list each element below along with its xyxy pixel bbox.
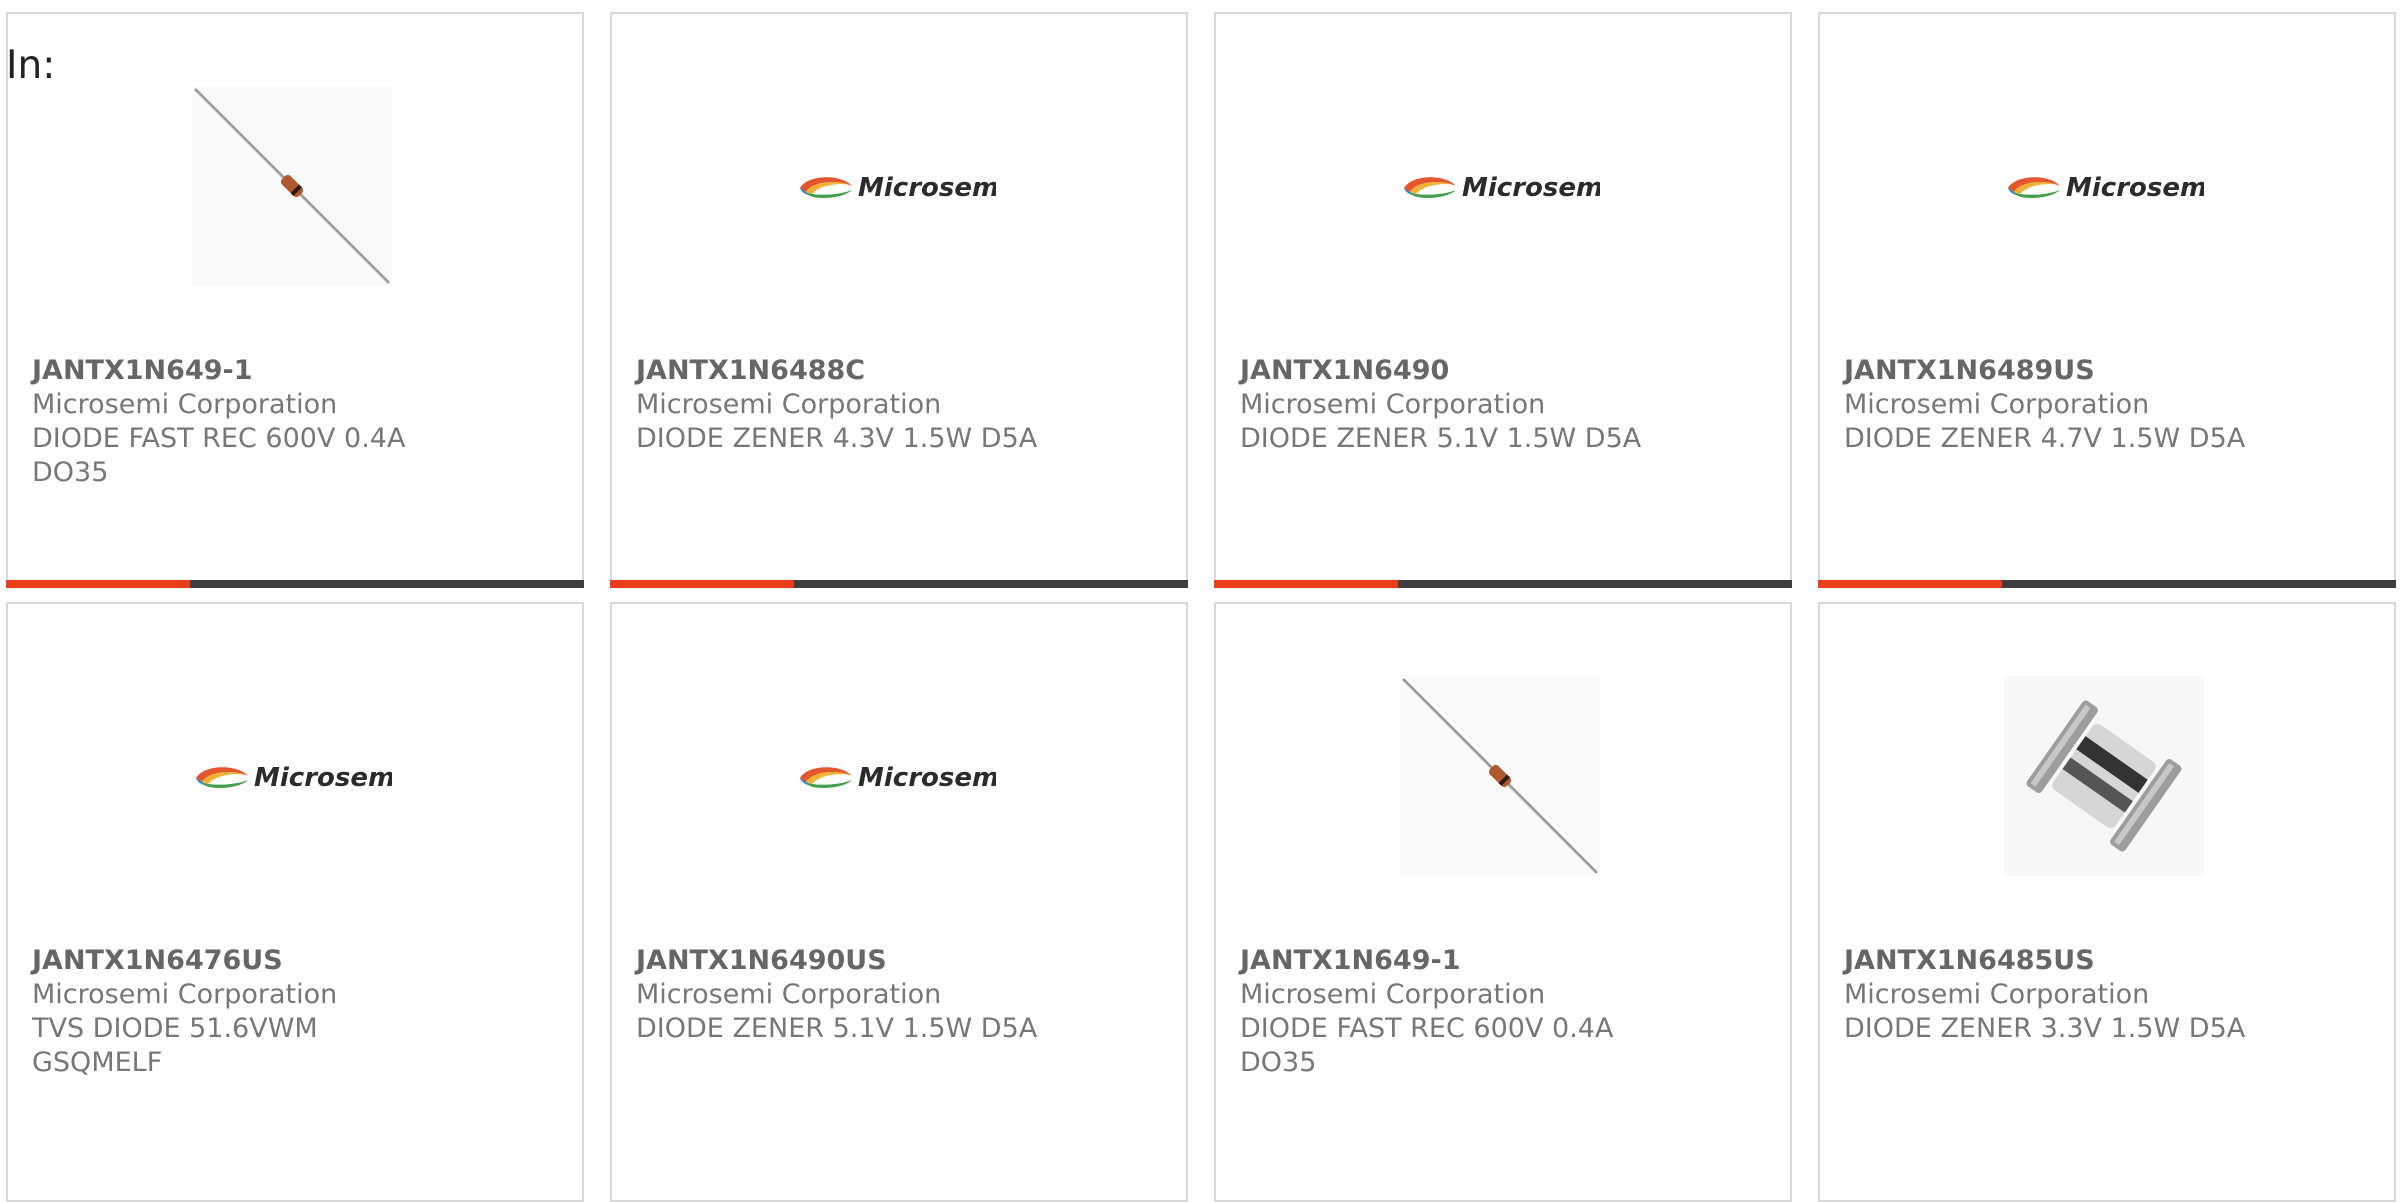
part-number[interactable]: JANTX1N6490US <box>636 944 1056 978</box>
product-card[interactable]: Microsemi JANTX1N6490 Microsemi Corporat… <box>1214 12 1792 588</box>
description-line: TVS DIODE 51.6VWM GSQMELF <box>32 1013 318 1078</box>
description-line: DIODE ZENER 4.3V 1.5W D5A <box>636 423 1038 454</box>
manufacturer: Microsemi Corporation <box>636 979 942 1010</box>
manufacturer: Microsemi Corporation <box>32 389 338 420</box>
description-line: DO35 <box>1240 1047 1317 1078</box>
part-number[interactable]: JANTX1N6489US <box>1844 354 2264 388</box>
product-card[interactable]: JANTX1N649-1 Microsemi Corporation DIODE… <box>6 12 584 588</box>
microsemi-logo-image[interactable]: Microsemi <box>1400 86 1600 286</box>
svg-text:Microsemi: Microsemi <box>2066 173 2204 203</box>
product-card[interactable]: JANTX1N6485US Microsemi Corporation DIOD… <box>1818 602 2396 1202</box>
card-bottom-bar <box>610 580 1188 588</box>
axial-diode-image[interactable] <box>192 86 392 286</box>
manufacturer: Microsemi Corporation <box>1240 389 1546 420</box>
part-number[interactable]: JANTX1N649-1 <box>32 354 452 388</box>
description-line: DIODE ZENER 3.3V 1.5W D5A <box>1844 1013 2246 1044</box>
manufacturer: Microsemi Corporation <box>1240 979 1546 1010</box>
microsemi-logo-image[interactable]: Microsemi <box>796 86 996 286</box>
microsemi-logo-image[interactable]: Microsemi <box>796 676 996 876</box>
product-card[interactable]: Microsemi JANTX1N6489US Microsemi Corpor… <box>1818 12 2396 588</box>
microsemi-logo-image[interactable]: Microsemi <box>2004 86 2204 286</box>
axial-diode-image[interactable] <box>1400 676 1600 876</box>
product-card[interactable]: Microsemi JANTX1N6476US Microsemi Corpor… <box>6 602 584 1202</box>
manufacturer: Microsemi Corporation <box>636 389 942 420</box>
card-accent-bar <box>1818 580 2002 588</box>
card-bottom-bar <box>6 580 584 588</box>
description-line: DIODE ZENER 5.1V 1.5W D5A <box>636 1013 1038 1044</box>
svg-text:Microsemi: Microsemi <box>254 763 392 793</box>
manufacturer: Microsemi Corporation <box>32 979 338 1010</box>
product-card[interactable]: Microsemi JANTX1N6490US Microsemi Corpor… <box>610 602 1188 1202</box>
product-card[interactable]: JANTX1N649-1 Microsemi Corporation DIODE… <box>1214 602 1792 1202</box>
description-line: DIODE ZENER 5.1V 1.5W D5A <box>1240 423 1642 454</box>
microsemi-logo-image[interactable]: Microsemi <box>192 676 392 876</box>
part-number[interactable]: JANTX1N6490 <box>1240 354 1660 388</box>
card-bottom-bar <box>1214 580 1792 588</box>
filter-label: In: <box>6 43 56 88</box>
description-line: DIODE FAST REC 600V 0.4A <box>1240 1013 1614 1044</box>
part-number[interactable]: JANTX1N6488C <box>636 354 1056 388</box>
svg-text:Microsemi: Microsemi <box>858 763 996 793</box>
product-card[interactable]: Microsemi JANTX1N6488C Microsemi Corpora… <box>610 12 1188 588</box>
description-line: DO35 <box>32 457 109 488</box>
manufacturer: Microsemi Corporation <box>1844 979 2150 1010</box>
part-number[interactable]: JANTX1N6485US <box>1844 944 2264 978</box>
svg-text:Microsemi: Microsemi <box>858 173 996 203</box>
card-accent-bar <box>6 580 190 588</box>
part-number[interactable]: JANTX1N6476US <box>32 944 452 978</box>
card-bottom-bar <box>1818 580 2396 588</box>
card-accent-bar <box>1214 580 1398 588</box>
description-line: DIODE FAST REC 600V 0.4A <box>32 423 406 454</box>
card-accent-bar <box>610 580 794 588</box>
svg-text:Microsemi: Microsemi <box>1462 173 1600 203</box>
description-line: DIODE ZENER 4.7V 1.5W D5A <box>1844 423 2246 454</box>
manufacturer: Microsemi Corporation <box>1844 389 2150 420</box>
melf-diode-image[interactable] <box>2004 676 2204 876</box>
part-number[interactable]: JANTX1N649-1 <box>1240 944 1660 978</box>
